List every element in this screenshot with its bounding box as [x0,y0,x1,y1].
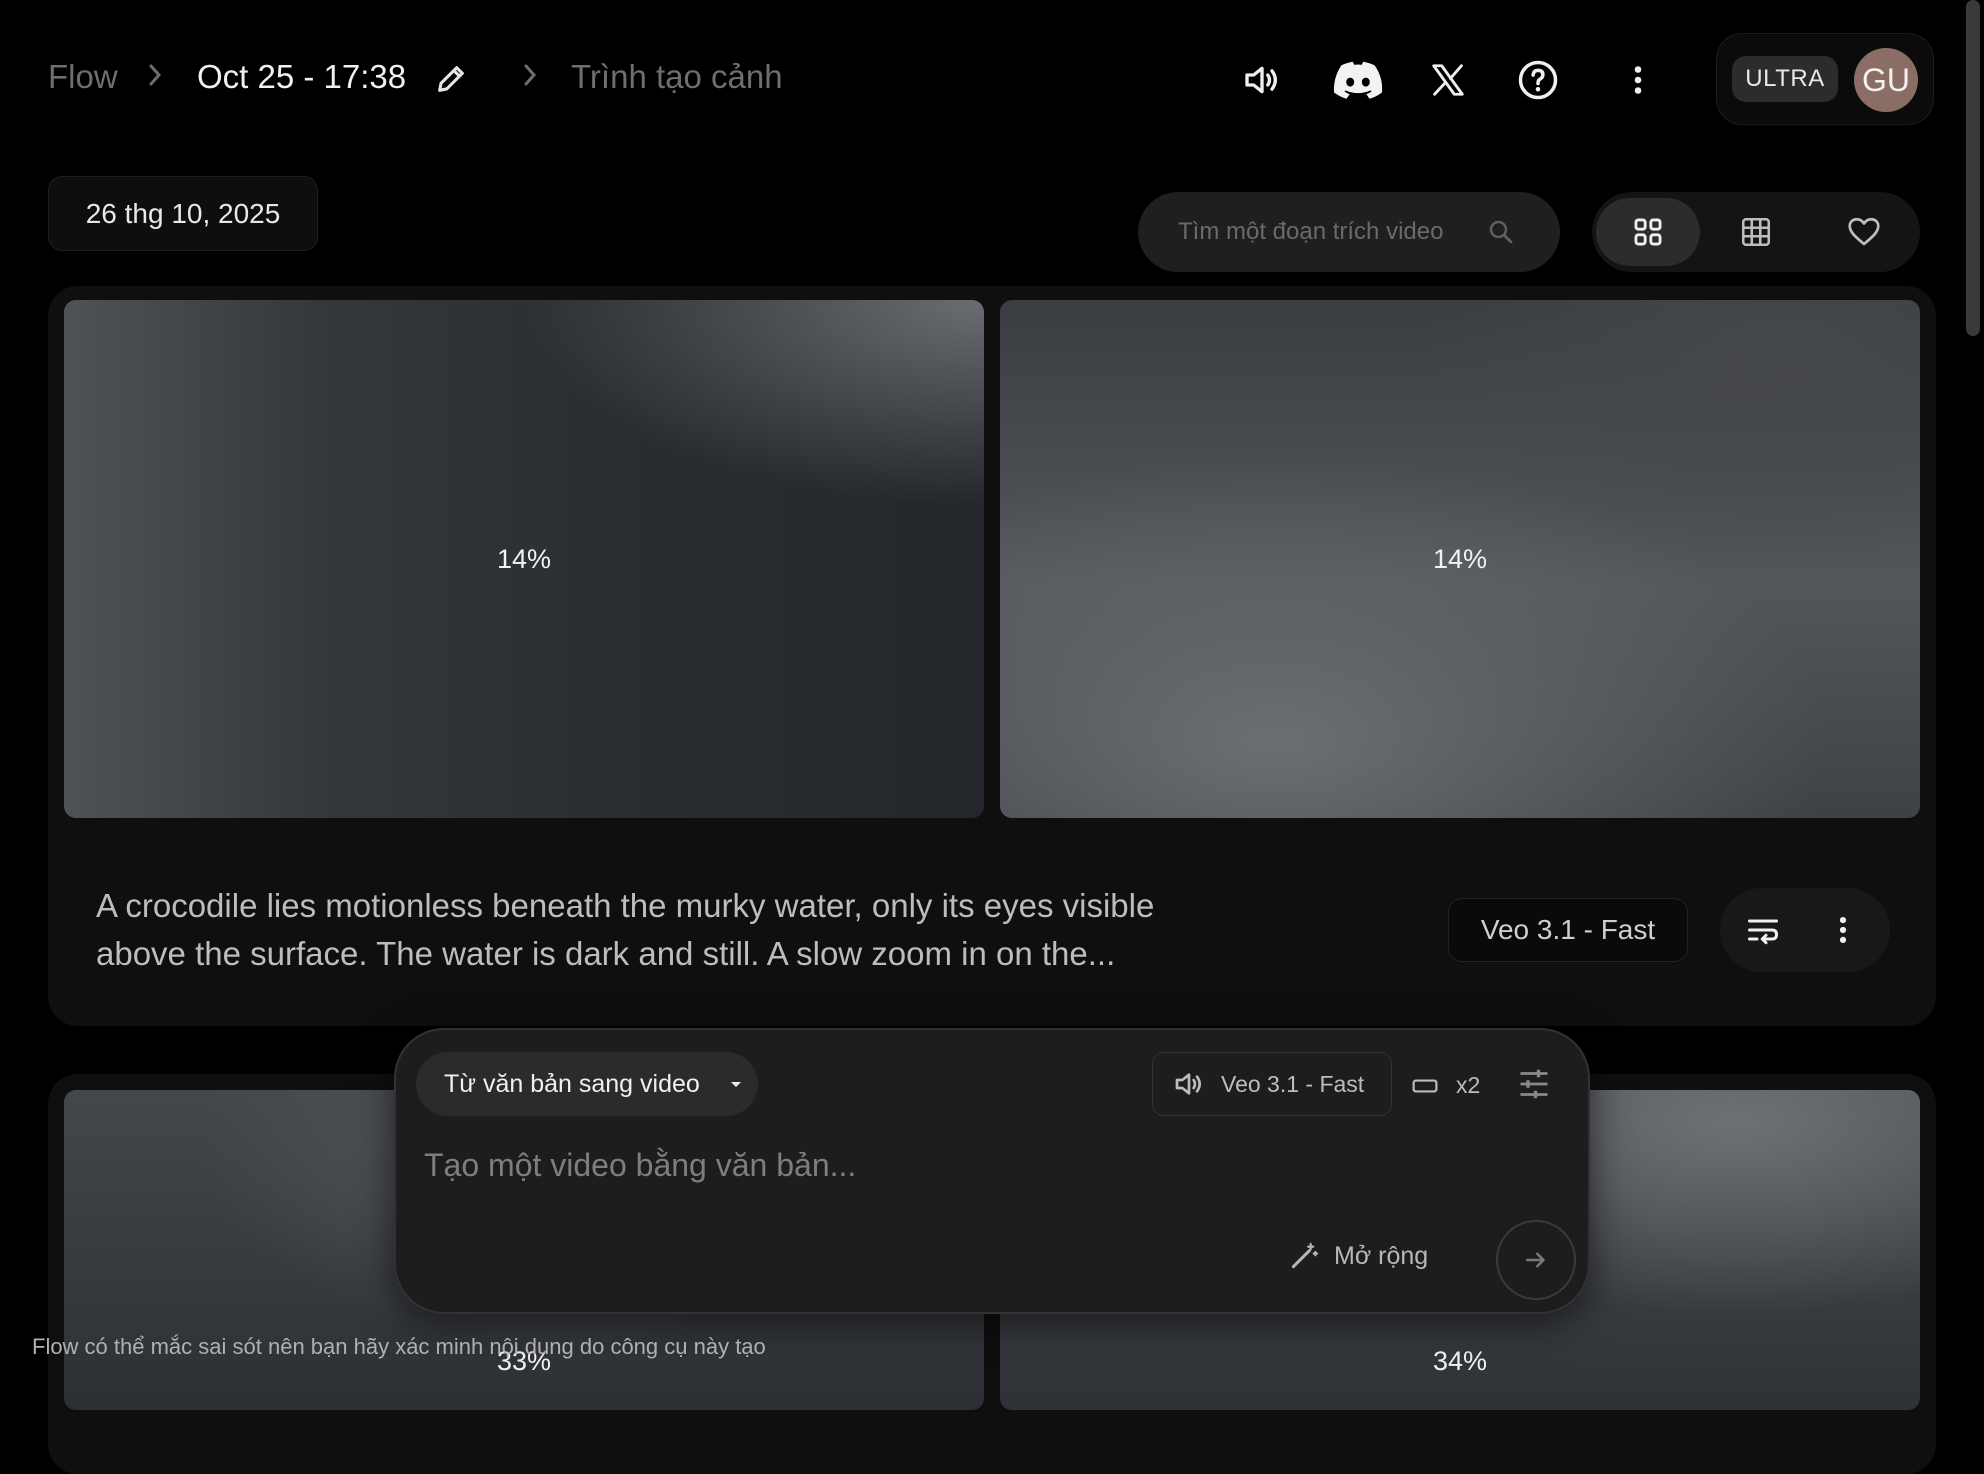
output-count: x2 [1456,1072,1481,1098]
model-selector[interactable]: Veo 3.1 - Fast [1152,1052,1392,1116]
search-icon[interactable] [1486,217,1516,247]
expand-label: Mở rộng [1334,1241,1429,1270]
progress-label: 14% [496,543,552,574]
magic-wand-icon [1291,1242,1319,1269]
date-chip: 26 thg 10, 2025 [48,176,318,251]
breadcrumb-flow[interactable]: Flow [48,58,118,96]
more-vert-icon[interactable] [1610,52,1666,108]
ultra-badge: ULTRA [1732,56,1838,102]
help-icon[interactable] [1510,52,1566,108]
x-icon[interactable] [1420,52,1476,108]
mode-dropdown[interactable]: Từ văn bản sang video [416,1052,758,1116]
tune-icon[interactable] [1516,1066,1556,1106]
volume-icon[interactable] [1234,52,1290,108]
grid-small-icon[interactable] [1704,198,1808,266]
scrollbar[interactable] [1966,0,1980,336]
model-chip: Veo 3.1 - Fast [1448,898,1688,962]
search-input[interactable] [1178,218,1446,246]
progress-label: 34% [1432,1346,1488,1376]
prompt-text: A crocodile lies motionless beneath the … [96,887,1155,972]
aspect-ratio-icon [1412,1079,1438,1092]
video-clip[interactable]: 14% [64,300,984,818]
disclaimer-text: Flow có thể mắc sai sót nên bạn hãy xác … [32,1334,766,1359]
breadcrumb-project[interactable]: Oct 25 - 17:38 [197,58,406,96]
chevron-right-icon [149,64,162,86]
send-button[interactable] [1496,1220,1576,1300]
chevron-right-icon [524,64,537,86]
edit-title-icon[interactable] [434,62,468,96]
mode-label: Từ văn bản sang video [444,1069,700,1098]
expand-button[interactable]: Mở rộng [1288,1236,1428,1276]
volume-icon [1175,1073,1201,1095]
output-count-selector[interactable]: x2 [1412,1072,1480,1099]
video-clip[interactable]: 14% [1000,300,1920,818]
model-label: Veo 3.1 - Fast [1221,1070,1365,1097]
avatar[interactable]: GU [1854,48,1918,112]
arrow-right-icon [1526,1252,1545,1268]
grid-large-icon[interactable] [1596,198,1700,266]
discord-icon[interactable] [1330,52,1386,108]
favorite-icon[interactable] [1812,198,1916,266]
dropdown-arrow-icon [730,1082,741,1087]
reuse-prompt-icon[interactable] [1735,902,1791,958]
more-vert-icon[interactable] [1815,902,1871,958]
breadcrumb-scene-builder[interactable]: Trình tạo cảnh [571,58,783,96]
prompt-input[interactable] [424,1140,1524,1190]
progress-label: 14% [1432,543,1488,574]
search-box[interactable] [1138,192,1560,272]
